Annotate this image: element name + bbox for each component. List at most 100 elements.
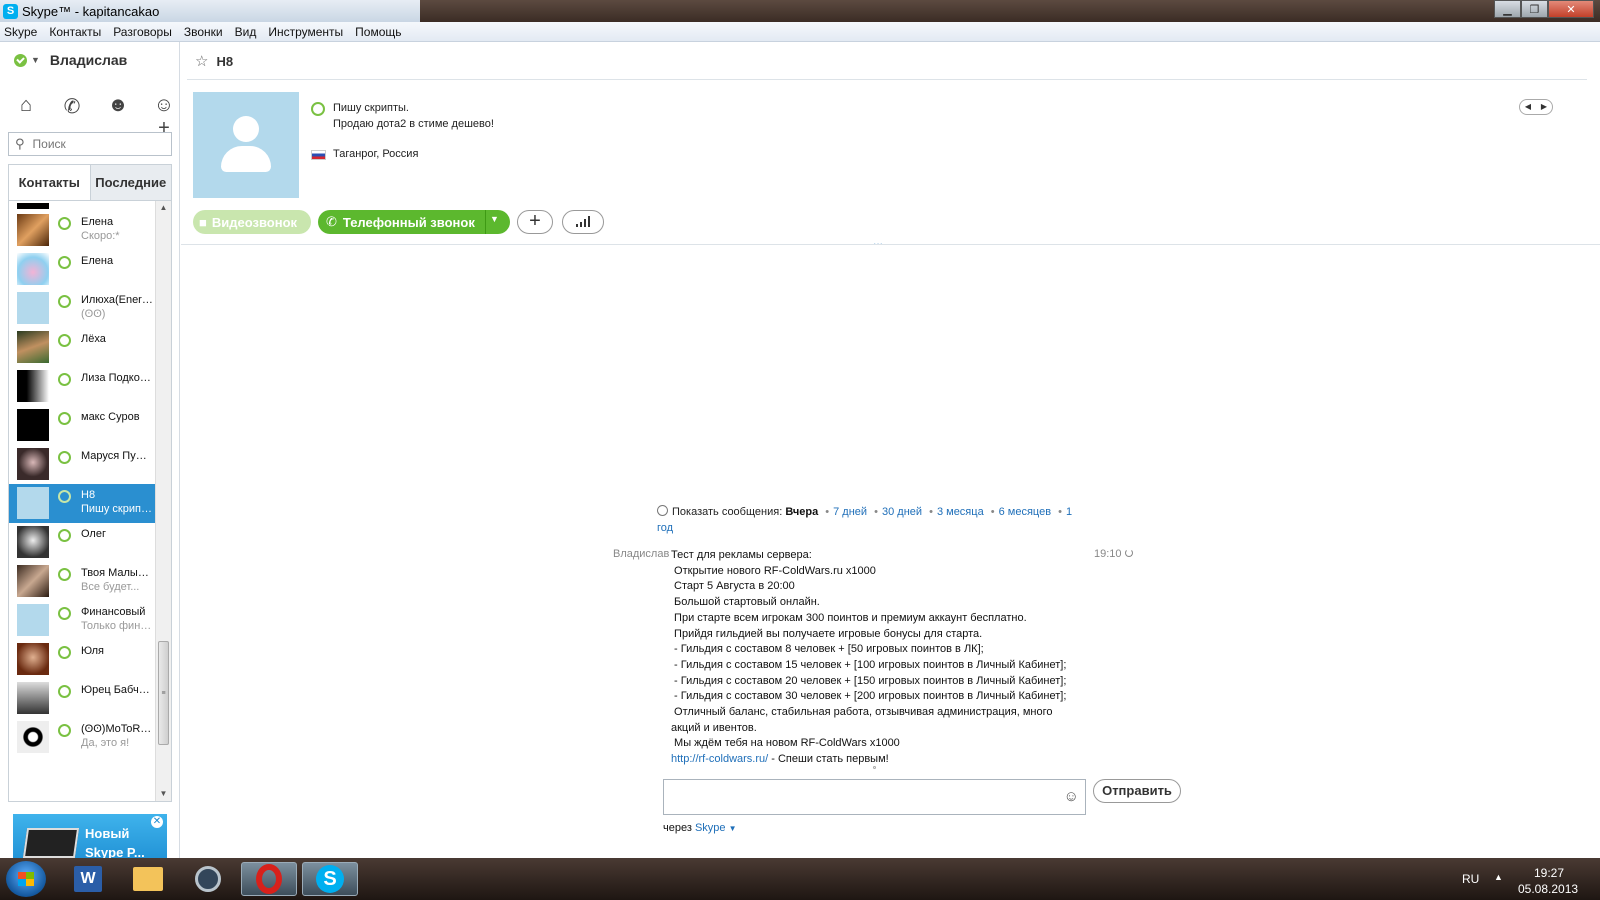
menu-tools[interactable]: Инструменты [268,25,343,39]
expand-handle[interactable]: ... [873,234,883,248]
contact-item[interactable]: Илюха(Energy) (ʘʘ) [9,289,155,328]
send-button[interactable]: Отправить [1093,779,1181,803]
language-indicator[interactable]: RU [1462,872,1479,886]
history-current[interactable]: Вчера [785,506,818,518]
chevron-down-icon[interactable]: ▼ [490,214,499,224]
online-status-icon [58,373,71,386]
contact-item[interactable]: Елена Скоро:* [9,211,155,250]
clock-time[interactable]: 19:27 [1534,866,1564,880]
taskbar-word[interactable]: W [60,862,116,896]
user-status-row[interactable]: ▼ Владислав [14,52,127,68]
message-line: - Гильдия с составом 8 человек + [50 игр… [671,643,984,656]
prev-arrow-icon[interactable]: ◀ [1520,100,1536,114]
contact-item[interactable]: Олег [9,523,155,562]
via-app[interactable]: Skype [695,822,726,834]
add-button[interactable]: + [517,210,553,234]
divider [181,244,1600,245]
chevron-down-icon[interactable]: ▼ [729,824,737,833]
contact-item-selected[interactable]: H8 Пишу скрипты. [9,484,155,523]
contact-item[interactable]: Твоя Малышка Все будет... [9,562,155,601]
skype-logo-icon: S [3,3,18,19]
contact-item[interactable]: Лиза Подкопаева [9,367,155,406]
video-call-button[interactable]: ■ Видеозвонок [193,210,311,234]
contact-item[interactable]: макс Суров [9,406,155,445]
message-timestamp: 19:10 [1094,548,1122,560]
taskbar-steam[interactable] [180,862,236,896]
contact-tabs: Контакты Последние [8,164,172,200]
search-icon: ⚲ [15,136,25,151]
chevron-down-icon[interactable]: ▼ [31,55,40,65]
message-line: - Гильдия с составом 20 человек + [150 и… [671,674,1067,687]
taskbar-opera[interactable] [241,862,297,896]
star-icon[interactable]: ☆ [195,52,208,70]
message-input[interactable] [664,780,1044,812]
phone-call-button[interactable]: ✆ Телефонный звонок ▼ [318,210,510,234]
menu-conversations[interactable]: Разговоры [113,25,172,39]
windows-start-button[interactable] [6,861,46,897]
maximize-button[interactable]: ❐ [1521,0,1548,18]
online-status-icon[interactable] [14,53,27,67]
contact-item[interactable]: Юля [9,640,155,679]
contact-item[interactable]: Маруся Пушкина [9,445,155,484]
online-status-icon [58,568,71,581]
contact-item[interactable]: Финансовый Только финансы [9,601,155,640]
history-option[interactable]: 30 дней [882,506,922,518]
message-compose[interactable]: ☺ [663,779,1086,815]
profile-picture[interactable] [193,92,299,198]
history-option[interactable]: 6 месяцев [999,506,1051,518]
search-box[interactable]: ⚲ [8,132,172,156]
close-button[interactable]: ✕ [1548,0,1594,18]
minimize-button[interactable]: ▁ [1494,0,1521,18]
search-input[interactable] [32,137,153,151]
contact-item[interactable]: (ʘʘ)MoToRoLa Да, это я! [9,718,155,757]
left-panel: ▼ Владислав ⌂ ✆ ☻ ☺+ ⚲ Контакты Последни… [0,42,180,872]
contact-scrollbar[interactable]: ▲ ≡ ▼ [155,201,171,801]
contact-name: Олег [81,528,106,540]
send-via[interactable]: через Skype ▼ [663,822,737,834]
contact-item[interactable]: Юрец Бабченко [9,679,155,718]
close-icon[interactable]: ✕ [151,816,163,828]
window-controls: ▁ ❐ ✕ [1494,0,1594,18]
clock-date[interactable]: 05.08.2013 [1518,882,1578,896]
message-line: http://rf-coldwars.ru/ - Спеши стать пер… [671,752,1111,768]
scroll-up-icon[interactable]: ▲ [156,201,171,215]
contact-item[interactable]: Елена [9,250,155,289]
tray-expand-icon[interactable]: ▲ [1494,872,1503,882]
tab-contacts[interactable]: Контакты [9,165,91,200]
phone-call-label: Телефонный звонок [342,214,475,230]
message-body: Тест для рекламы сервера: Открытие новог… [671,548,1111,768]
conversation-pane: ☆ H8 Пишу скрипты. Продаю дота2 в стиме … [181,42,1600,858]
conversation-title: H8 [216,53,234,69]
taskbar-explorer[interactable] [120,862,176,896]
history-option[interactable]: 7 дней [833,506,867,518]
history-option[interactable]: 3 месяца [937,506,984,518]
contact-name: (ʘʘ)MoToRoLa [81,723,153,735]
menu-calls[interactable]: Звонки [184,25,223,39]
menu-view[interactable]: Вид [235,25,257,39]
skype-icon: S [316,865,344,893]
next-arrow-icon[interactable]: ▶ [1536,100,1552,114]
scroll-thumb[interactable]: ≡ [158,641,169,745]
menu-skype[interactable]: Skype [4,25,37,39]
avatar [17,370,49,402]
menu-contacts[interactable]: Контакты [49,25,101,39]
contact-name: H8 [81,489,96,501]
contact-name: Илюха(Energy) [81,294,153,306]
online-status-icon [58,217,71,230]
call-quality-button[interactable] [562,210,604,234]
avatar-head [233,116,259,142]
scroll-down-icon[interactable]: ▼ [156,787,171,801]
separator: • [990,506,995,518]
emoticon-icon[interactable]: ☺ [1064,788,1079,805]
avatar [17,682,49,714]
contact-name: Маруся Пушкина [81,450,153,462]
avatar-body [221,146,271,172]
menu-help[interactable]: Помощь [355,25,401,39]
message-link[interactable]: http://rf-coldwars.ru/ [671,753,768,765]
user-name[interactable]: Владислав [50,52,127,68]
avatar [17,565,49,597]
message-line: - Гильдия с составом 30 человек + [200 и… [671,690,1067,703]
tab-recent[interactable]: Последние [90,165,171,200]
taskbar-skype[interactable]: S [302,862,358,896]
contact-item[interactable]: Лёха [9,328,155,367]
